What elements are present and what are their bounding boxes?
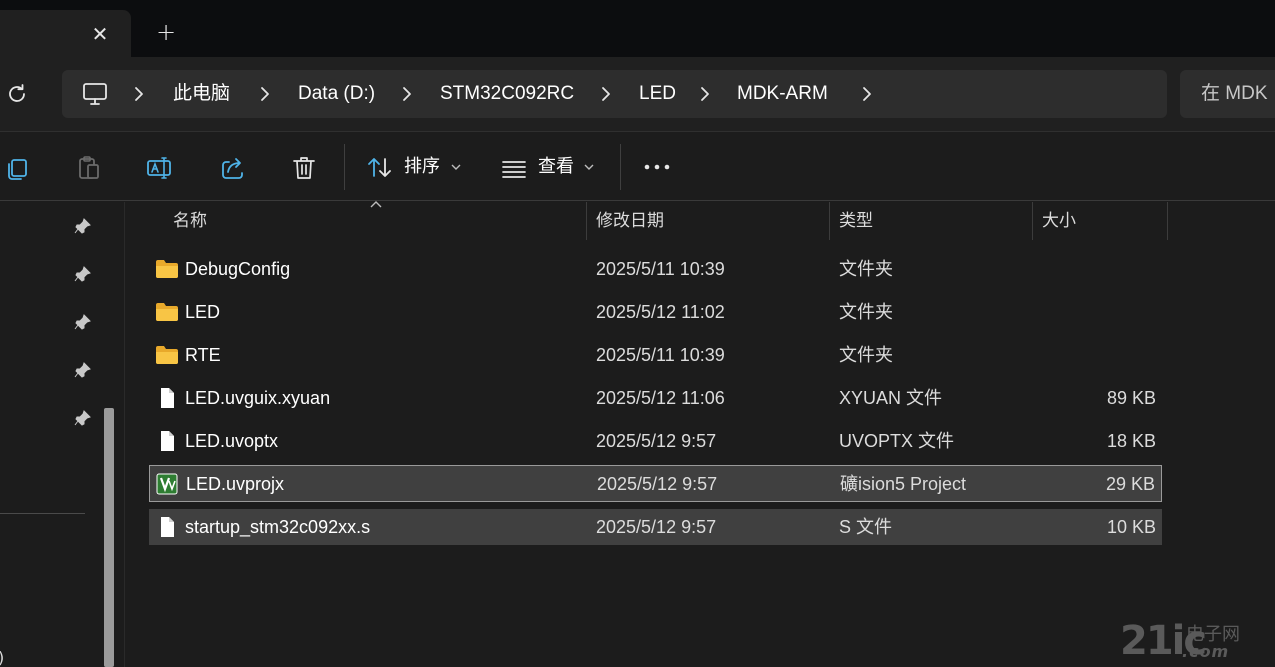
file-row[interactable]: DebugConfig 2025/5/11 10:39 文件夹 [149,251,1162,287]
breadcrumb-mdk-arm[interactable]: MDK-ARM [737,70,828,118]
chevron-right-icon[interactable] [258,82,272,106]
file-name[interactable]: LED [185,294,220,330]
column-separator[interactable] [1167,202,1168,240]
file-type: UVOPTX 文件 [839,431,955,451]
pin-icon[interactable] [74,217,92,235]
file-size: 89 KB [1106,388,1156,408]
watermark-com: .com [1182,642,1230,661]
refresh-icon[interactable] [4,81,30,107]
toolbar-divider [620,144,621,190]
folder-icon [156,303,178,321]
column-headers: 名称 修改日期 类型 大小 [126,201,1275,242]
breadcrumb-stm32c092rc[interactable]: STM32C092RC [440,70,574,118]
chevron-right-icon[interactable] [698,82,712,106]
breadcrumb-led[interactable]: LED [639,70,676,118]
file-date: 2025/5/11 10:39 [596,259,725,279]
delete-icon[interactable] [290,154,318,182]
sort-ascending-icon [370,201,382,208]
watermark-logo: 21ic 电子网 .com [1120,618,1270,664]
file-type: 文件夹 [839,302,893,322]
this-pc-icon[interactable] [82,82,108,106]
folder-icon [156,260,178,278]
file-name[interactable]: RTE [185,337,221,373]
breadcrumb-data-drive[interactable]: Data (D:) [298,70,375,118]
file-icon [161,431,174,451]
file-icon [161,388,174,408]
file-name[interactable]: startup_stm32c092xx.s [185,509,370,545]
pin-icon[interactable] [74,361,92,379]
pin-icon[interactable] [74,409,92,427]
file-name[interactable]: LED.uvoptx [185,423,278,459]
share-icon[interactable] [219,154,247,182]
file-type: 文件夹 [839,345,893,365]
breadcrumb-this-pc[interactable]: 此电脑 [173,70,230,118]
view-icon [502,161,526,178]
file-date: 2025/5/12 11:06 [596,388,725,408]
file-date: 2025/5/12 9:57 [596,517,717,537]
chevron-right-icon[interactable] [599,82,613,106]
address-bar[interactable]: 此电脑 Data (D:) STM32C092RC LED MDK-ARM [62,70,1167,118]
search-placeholder[interactable]: 在 MDK [1201,70,1268,118]
navigation-pane: ) [0,202,125,667]
sort-button[interactable]: 排序 [366,146,466,188]
file-date: 2025/5/12 9:57 [597,474,718,494]
column-separator[interactable] [586,202,587,240]
chevron-right-icon[interactable] [132,82,146,106]
file-row[interactable]: RTE 2025/5/11 10:39 文件夹 [149,337,1162,373]
file-row[interactable]: LED.uvoptx 2025/5/12 9:57 UVOPTX 文件 18 K… [149,423,1162,459]
file-size: 18 KB [1106,431,1156,451]
pin-icon[interactable] [74,265,92,283]
column-header-size[interactable]: 大小 [1042,202,1076,242]
column-header-type[interactable]: 类型 [839,202,873,242]
sort-label: 排序 [404,156,440,177]
file-row[interactable]: LED.uvprojx 2025/5/12 9:57 礦ision5 Proje… [149,465,1162,502]
file-name[interactable]: LED.uvprojx [186,466,284,502]
address-row: 此电脑 Data (D:) STM32C092RC LED MDK-ARM 在 … [0,57,1275,131]
file-type: 文件夹 [839,259,893,279]
column-header-date[interactable]: 修改日期 [596,202,664,242]
file-type: XYUAN 文件 [839,388,943,408]
nav-scrollbar[interactable] [104,408,114,667]
toolbar-divider [344,144,345,190]
chevron-right-icon[interactable] [860,82,874,106]
chevron-down-icon [584,164,594,170]
view-label: 查看 [538,156,574,177]
title-bar: ✕ + [0,0,1275,57]
file-row[interactable]: LED.uvguix.xyuan 2025/5/12 11:06 XYUAN 文… [149,380,1162,416]
pin-icon[interactable] [74,313,92,331]
file-date: 2025/5/11 10:39 [596,345,725,365]
nav-divider [0,513,85,514]
uvision-icon [156,473,178,495]
file-type: 礦ision5 Project [840,474,967,494]
file-date: 2025/5/12 11:02 [596,302,725,322]
command-bar: 排序 查看 [0,131,1275,201]
file-name[interactable]: DebugConfig [185,251,290,287]
column-header-name[interactable]: 名称 [173,202,207,242]
rename-icon[interactable] [146,154,174,182]
file-row[interactable]: startup_stm32c092xx.s 2025/5/12 9:57 S 文… [149,509,1162,545]
file-row[interactable]: LED 2025/5/12 11:02 文件夹 [149,294,1162,330]
copy-icon[interactable] [3,154,31,182]
column-separator[interactable] [1032,202,1033,240]
chevron-down-icon [451,164,461,170]
column-separator[interactable] [829,202,830,240]
paste-icon[interactable] [75,154,103,182]
file-icon [161,517,174,537]
nav-item-fragment[interactable]: ) [0,648,4,667]
sort-icon [368,158,391,177]
chevron-right-icon[interactable] [400,82,414,106]
view-button[interactable]: 查看 [500,146,600,188]
search-box[interactable]: 在 MDK [1180,70,1275,118]
close-tab-icon[interactable]: ✕ [86,20,114,48]
new-tab-icon[interactable]: + [152,19,180,47]
file-type: S 文件 [839,517,893,537]
file-size: 29 KB [1105,474,1155,494]
file-size: 10 KB [1106,517,1156,537]
file-name[interactable]: LED.uvguix.xyuan [185,380,330,416]
more-icon[interactable] [640,152,674,182]
file-date: 2025/5/12 9:57 [596,431,717,451]
folder-icon [156,346,178,364]
active-tab[interactable]: ✕ [0,10,131,57]
